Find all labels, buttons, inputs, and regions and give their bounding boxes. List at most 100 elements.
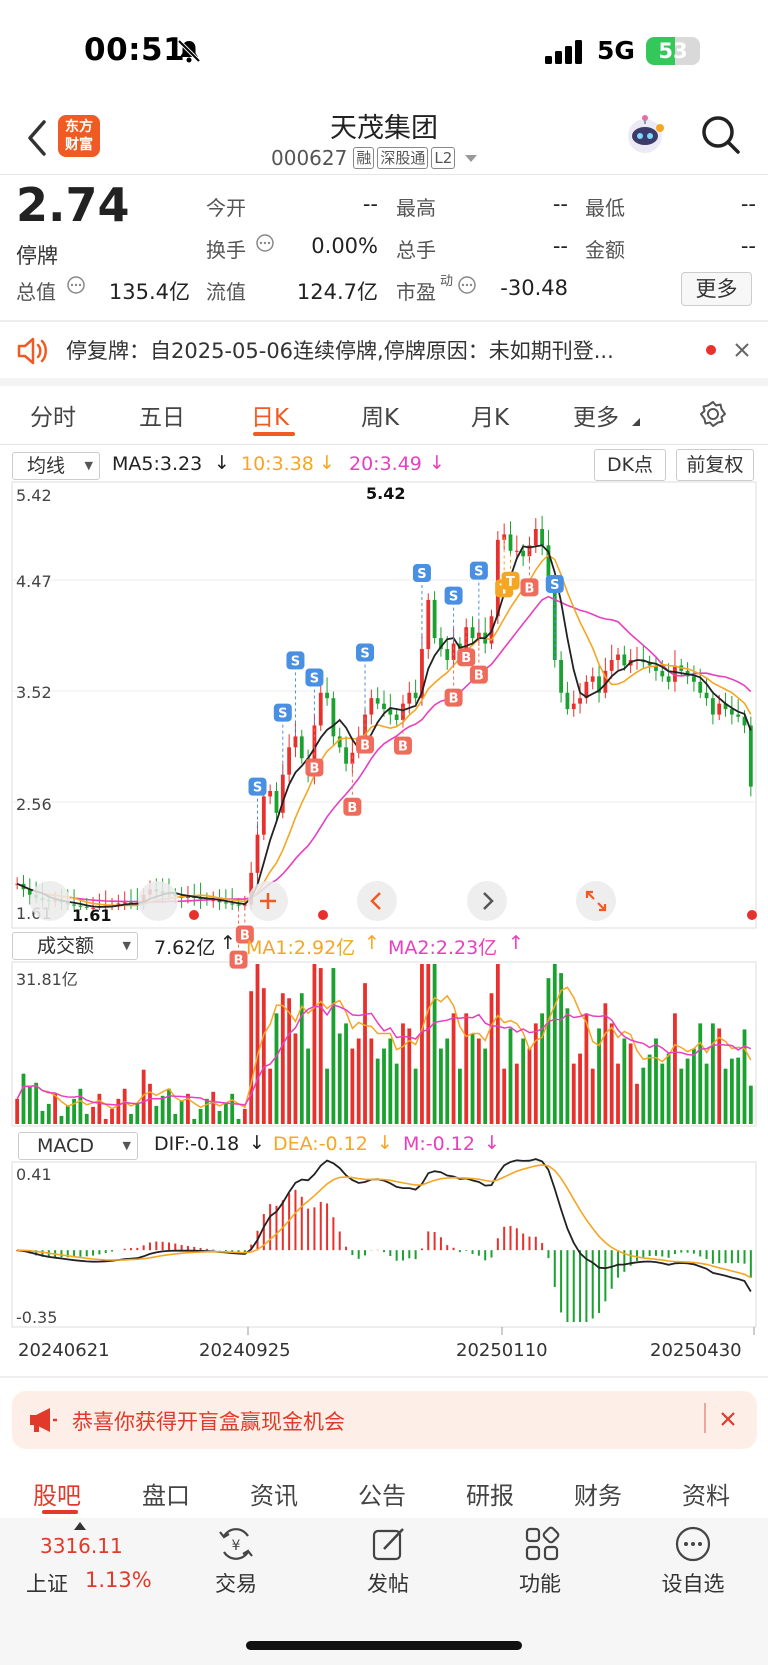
info-icon[interactable]: [66, 275, 86, 295]
adjust-button[interactable]: 前复权: [676, 449, 754, 481]
volume-bar: [103, 1118, 108, 1124]
volume-bar: [673, 1013, 677, 1124]
macd-bar: [465, 1250, 468, 1251]
volume-y-max: 31.81亿: [16, 970, 78, 989]
macd-bar: [383, 1250, 385, 1253]
volume-bar: [508, 1028, 513, 1124]
signal-marker-label: S: [449, 590, 458, 605]
volume-bar: [179, 1100, 184, 1124]
history-button[interactable]: [30, 881, 70, 921]
zoom-in-button[interactable]: [248, 881, 288, 921]
divider: [0, 378, 768, 386]
volume-bar: [192, 1118, 197, 1124]
volume-bar: [293, 1033, 298, 1124]
volume-bar: [451, 1013, 456, 1124]
settings-gear-icon[interactable]: [699, 400, 727, 428]
promo-text: 恭喜你获得开盲盒赢现金机会: [72, 1410, 345, 1434]
nav-add-watchlist[interactable]: 设自选: [648, 1568, 738, 1598]
tab-announcements[interactable]: 公告: [358, 1476, 406, 1511]
volume-bar: [122, 1088, 127, 1124]
more-button[interactable]: 更多: [681, 272, 752, 306]
tab-weekly-k[interactable]: 周K: [361, 398, 399, 432]
volume-bar: [129, 1113, 133, 1124]
nav-functions[interactable]: 功能: [495, 1568, 585, 1598]
volume-bar: [420, 964, 424, 1124]
edit-post-icon: [372, 1528, 404, 1561]
open-label: 今开: [206, 196, 246, 220]
macd-bar: [111, 1250, 114, 1252]
tab-intraday[interactable]: 分时: [30, 398, 76, 432]
tab-financials[interactable]: 财务: [574, 1476, 622, 1511]
volume-indicator-select[interactable]: 成交额 ▼: [12, 932, 138, 960]
volume-bar: [521, 1038, 526, 1124]
volume-bar: [489, 993, 494, 1124]
fullscreen-button[interactable]: [576, 881, 616, 921]
volume-bar: [84, 1113, 89, 1124]
candle-body: [660, 670, 665, 677]
event-dot: [189, 910, 199, 920]
close-icon[interactable]: [720, 1411, 736, 1427]
macd-bar: [294, 1189, 297, 1251]
volume-bar: [173, 1113, 178, 1124]
index-value[interactable]: 3316.11: [40, 1534, 123, 1558]
macd-bar: [452, 1247, 455, 1251]
zoom-out-button[interactable]: [138, 881, 178, 921]
trade-yen-icon: ¥: [219, 1528, 253, 1560]
volume-bar: [65, 1105, 70, 1124]
macd-bar: [123, 1248, 126, 1251]
volume-bar: [261, 988, 266, 1124]
macd-bar: [705, 1250, 708, 1259]
search-icon[interactable]: [700, 114, 742, 156]
volume-bar: [584, 1013, 589, 1124]
macd-bar: [598, 1250, 601, 1314]
volume-bar: [198, 1108, 203, 1124]
info-icon[interactable]: [457, 275, 477, 295]
candle-body: [508, 534, 513, 551]
volume-bar: [578, 1053, 582, 1124]
candle-body: [344, 747, 348, 764]
robot-assistant-icon[interactable]: [622, 112, 668, 158]
tab-news[interactable]: 资讯: [250, 1476, 298, 1511]
tab-daily-k[interactable]: 日K: [251, 398, 289, 432]
candle-body: [717, 703, 722, 715]
volume-bar: [249, 991, 254, 1124]
nav-trade[interactable]: 交易: [191, 1568, 281, 1598]
volume-bar: [483, 1048, 488, 1124]
tab-orderbook[interactable]: 盘口: [142, 1476, 190, 1511]
tab-profile[interactable]: 资料: [682, 1476, 730, 1511]
candle-body: [451, 643, 456, 660]
tab-more[interactable]: 更多: [573, 398, 619, 432]
tab-five-day[interactable]: 五日: [139, 398, 185, 432]
scroll-right-button[interactable]: [467, 881, 507, 921]
macd-bar: [667, 1250, 670, 1258]
tab-research[interactable]: 研报: [466, 1476, 514, 1511]
ma-select[interactable]: 均线 ▼: [12, 452, 100, 480]
legend-ma5: MA5:3.23: [112, 453, 203, 475]
chevron-down-icon: ▼: [122, 939, 131, 952]
tab-monthly-k[interactable]: 月K: [471, 398, 509, 432]
bell-slash-icon: [177, 39, 201, 63]
candle-body: [571, 703, 576, 710]
candle-body: [616, 654, 620, 660]
nav-post[interactable]: 发帖: [343, 1568, 433, 1598]
signal-marker-label: B: [360, 739, 370, 754]
volume-bar: [609, 1023, 614, 1124]
scroll-left-button[interactable]: [357, 881, 397, 921]
volume-bar: [394, 1063, 399, 1124]
volume-bar: [306, 1048, 310, 1124]
macd-indicator-select[interactable]: MACD ▼: [18, 1132, 138, 1160]
macd-bar: [673, 1250, 676, 1254]
macd-bar: [585, 1250, 588, 1322]
volume-bar: [27, 1086, 32, 1124]
volume-bar: [148, 1083, 152, 1124]
stock-code-row[interactable]: 000627 融 深股通 L2: [271, 146, 478, 170]
close-icon[interactable]: [734, 342, 750, 358]
macd-bar: [686, 1250, 689, 1253]
volume-bar: [40, 1110, 45, 1124]
tab-forum[interactable]: 股吧: [33, 1476, 81, 1511]
candle-body: [704, 692, 709, 699]
legend-vol-ma2: MA2:2.23亿: [388, 937, 498, 959]
dk-point-button[interactable]: DK点: [594, 449, 666, 481]
macd-bar: [193, 1246, 196, 1251]
macd-bar: [281, 1200, 284, 1251]
